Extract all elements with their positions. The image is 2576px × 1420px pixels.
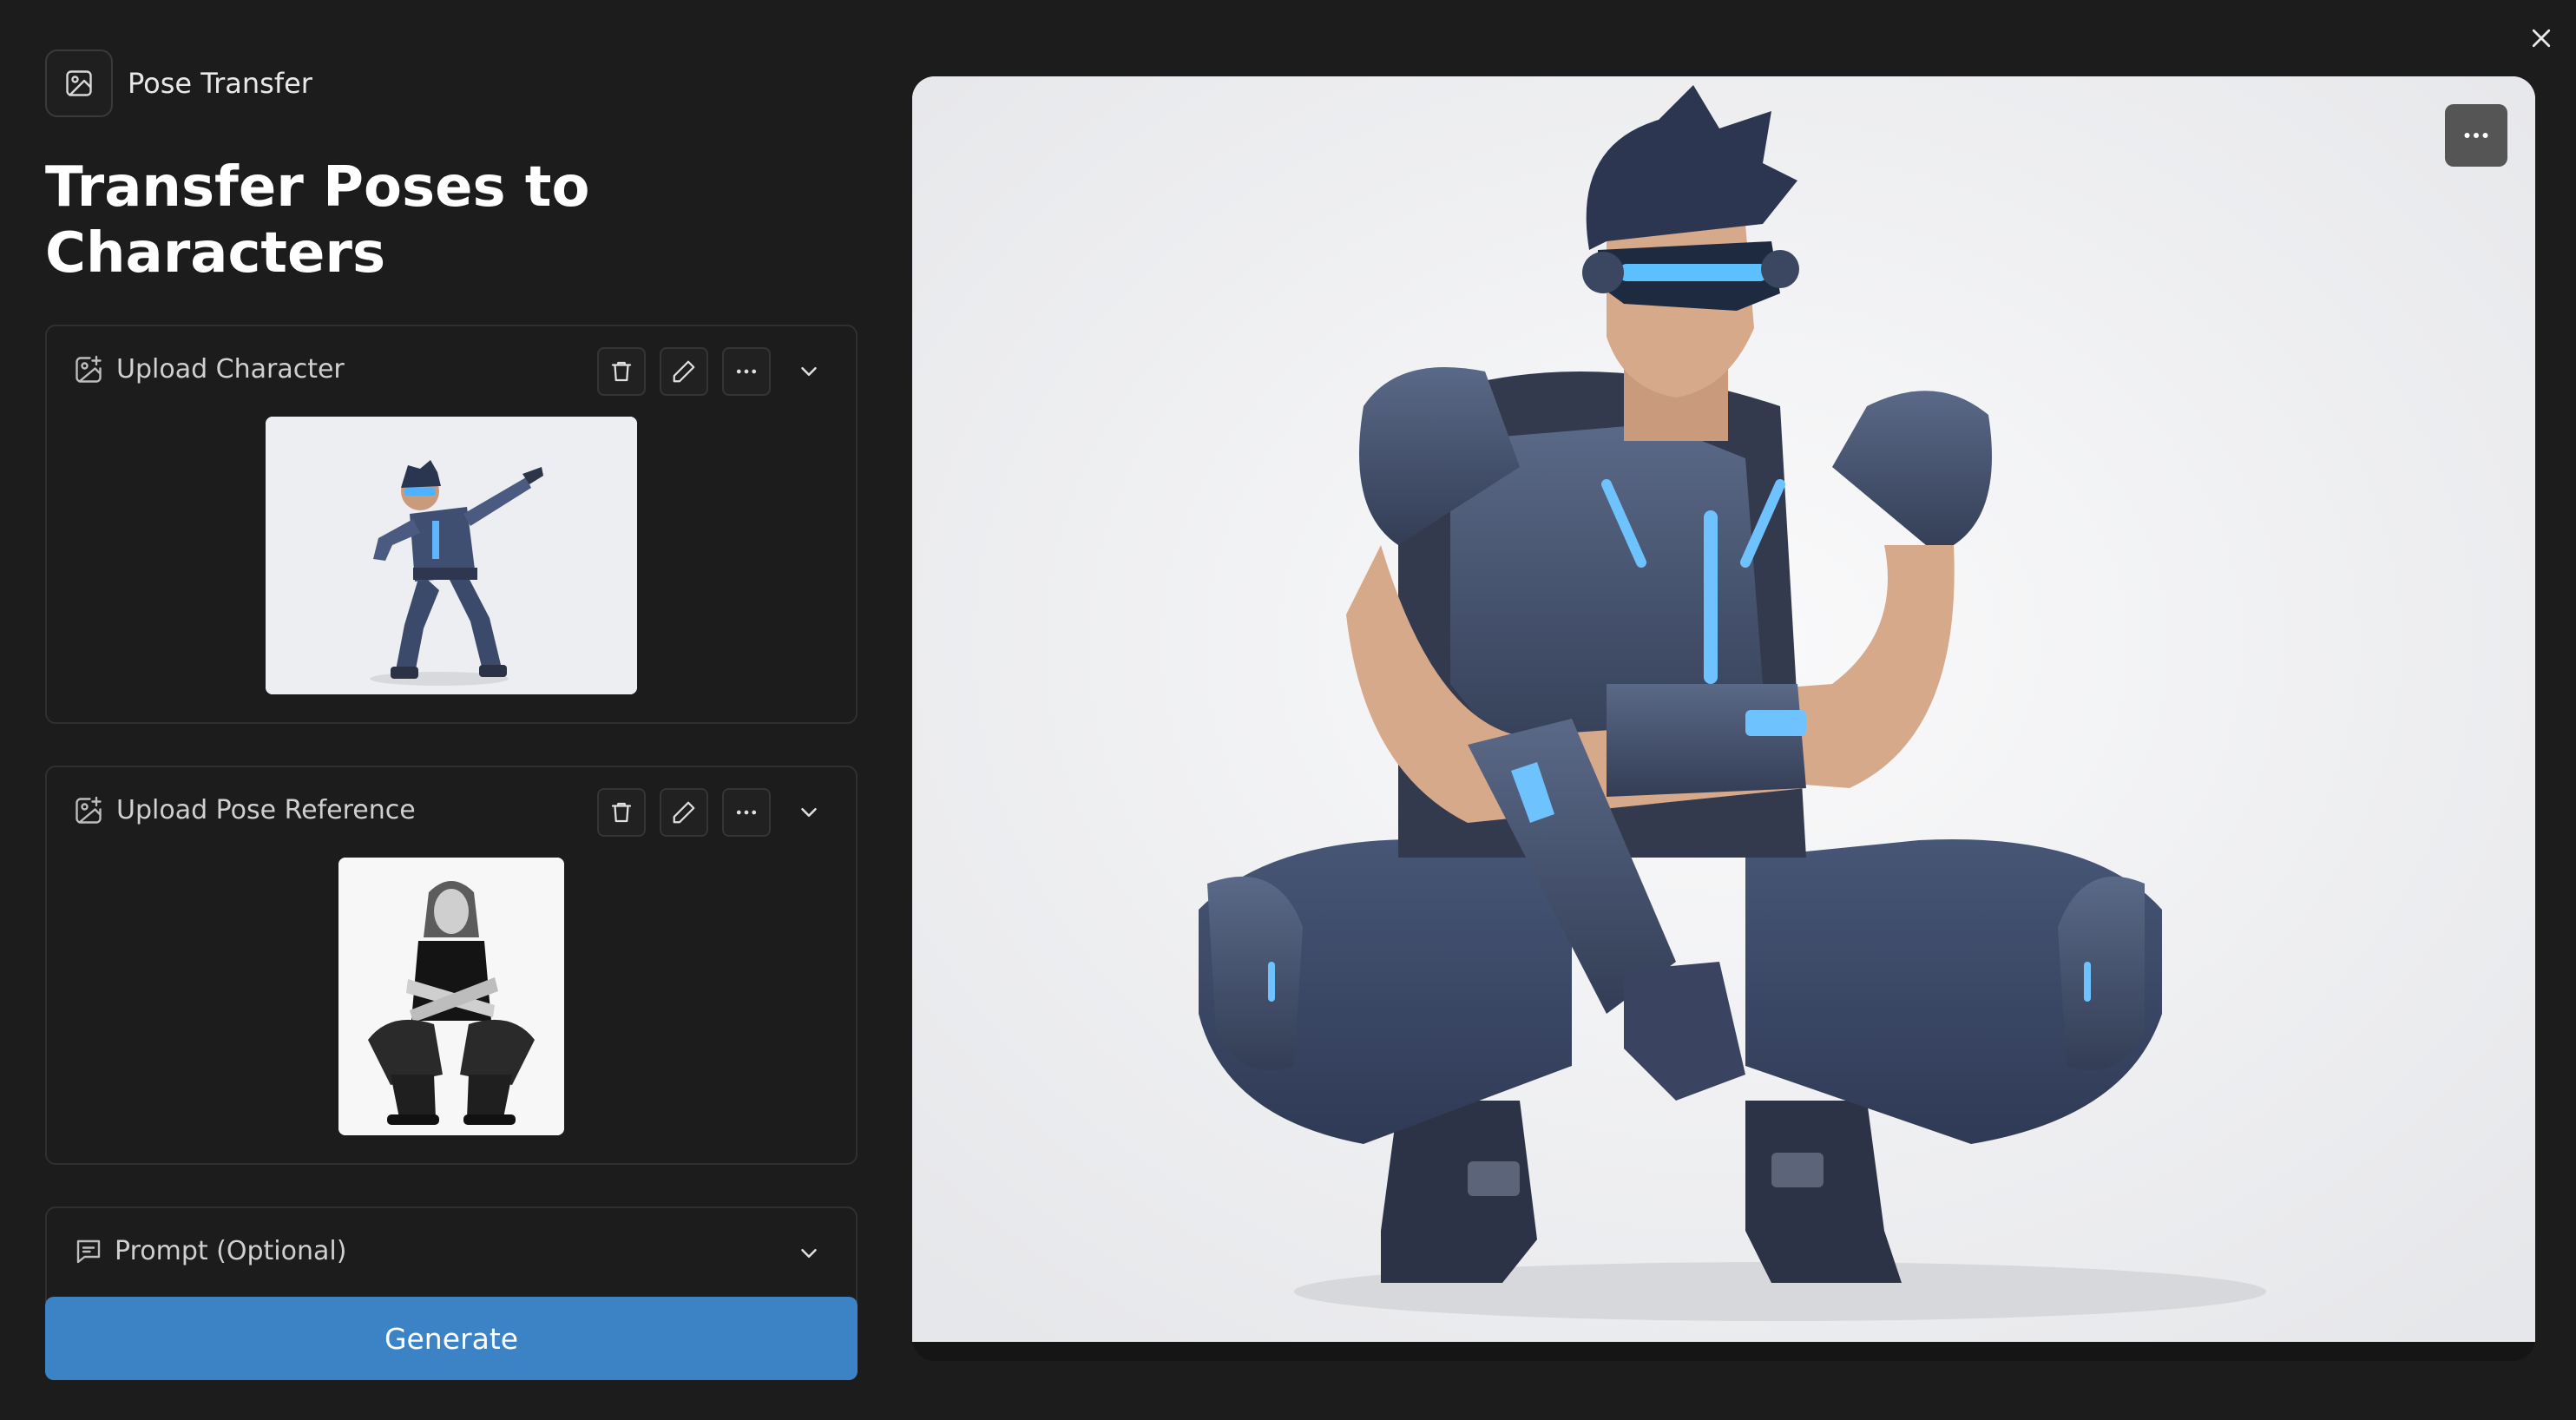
prompt-header[interactable]: Prompt (Optional) bbox=[47, 1208, 856, 1295]
upload-pose-label: Upload Pose Reference bbox=[116, 795, 416, 825]
result-preview[interactable] bbox=[912, 76, 2535, 1342]
image-add-icon bbox=[76, 355, 102, 383]
collapse-prompt-button[interactable] bbox=[785, 1229, 833, 1278]
pose-transfer-app: Pose Transfer Transfer Poses to Characte… bbox=[0, 0, 2576, 1420]
message-icon bbox=[76, 1239, 101, 1264]
upload-character-label: Upload Character bbox=[116, 354, 345, 385]
upload-character-actions bbox=[597, 347, 833, 396]
more-icon bbox=[2464, 133, 2488, 138]
upload-pose-card: Upload Pose Reference bbox=[45, 766, 858, 1165]
delete-pose-button[interactable] bbox=[597, 788, 646, 837]
more-character-button[interactable] bbox=[722, 347, 771, 396]
upload-character-header[interactable]: Upload Character bbox=[47, 326, 856, 413]
edit-pose-button[interactable] bbox=[660, 788, 708, 837]
preview-more-button[interactable] bbox=[2445, 104, 2507, 167]
pose-image bbox=[338, 858, 564, 1135]
delete-character-button[interactable] bbox=[597, 347, 646, 396]
pencil-icon bbox=[673, 801, 695, 824]
collapse-character-button[interactable] bbox=[785, 347, 833, 396]
chevron-down-icon bbox=[801, 1249, 817, 1258]
image-icon bbox=[45, 49, 113, 117]
collapse-pose-button[interactable] bbox=[785, 788, 833, 837]
app-title: Pose Transfer bbox=[128, 67, 312, 100]
app-header: Pose Transfer bbox=[45, 49, 312, 118]
prompt-actions bbox=[785, 1229, 833, 1278]
prompt-card: Prompt (Optional) bbox=[45, 1206, 858, 1302]
edit-character-button[interactable] bbox=[660, 347, 708, 396]
trash-icon bbox=[611, 802, 632, 823]
character-thumbnail[interactable] bbox=[266, 417, 637, 694]
upload-pose-actions bbox=[597, 788, 833, 837]
more-icon bbox=[736, 810, 757, 815]
close-icon bbox=[2532, 29, 2551, 48]
more-icon bbox=[736, 369, 757, 374]
page-title: Transfer Poses to Characters bbox=[45, 155, 590, 286]
pencil-icon bbox=[673, 360, 695, 383]
chevron-down-icon bbox=[801, 367, 817, 376]
character-image bbox=[266, 417, 637, 694]
upload-pose-header[interactable]: Upload Pose Reference bbox=[47, 767, 856, 854]
close-button[interactable] bbox=[2522, 19, 2560, 57]
trash-icon bbox=[611, 361, 632, 382]
more-pose-button[interactable] bbox=[722, 788, 771, 837]
pose-thumbnail[interactable] bbox=[338, 858, 564, 1135]
image-add-icon bbox=[76, 796, 102, 824]
chevron-down-icon bbox=[801, 808, 817, 817]
prompt-label: Prompt (Optional) bbox=[115, 1236, 347, 1266]
result-image bbox=[912, 76, 2535, 1342]
generate-button[interactable]: Generate bbox=[45, 1297, 858, 1380]
upload-character-card: Upload Character bbox=[45, 325, 858, 724]
